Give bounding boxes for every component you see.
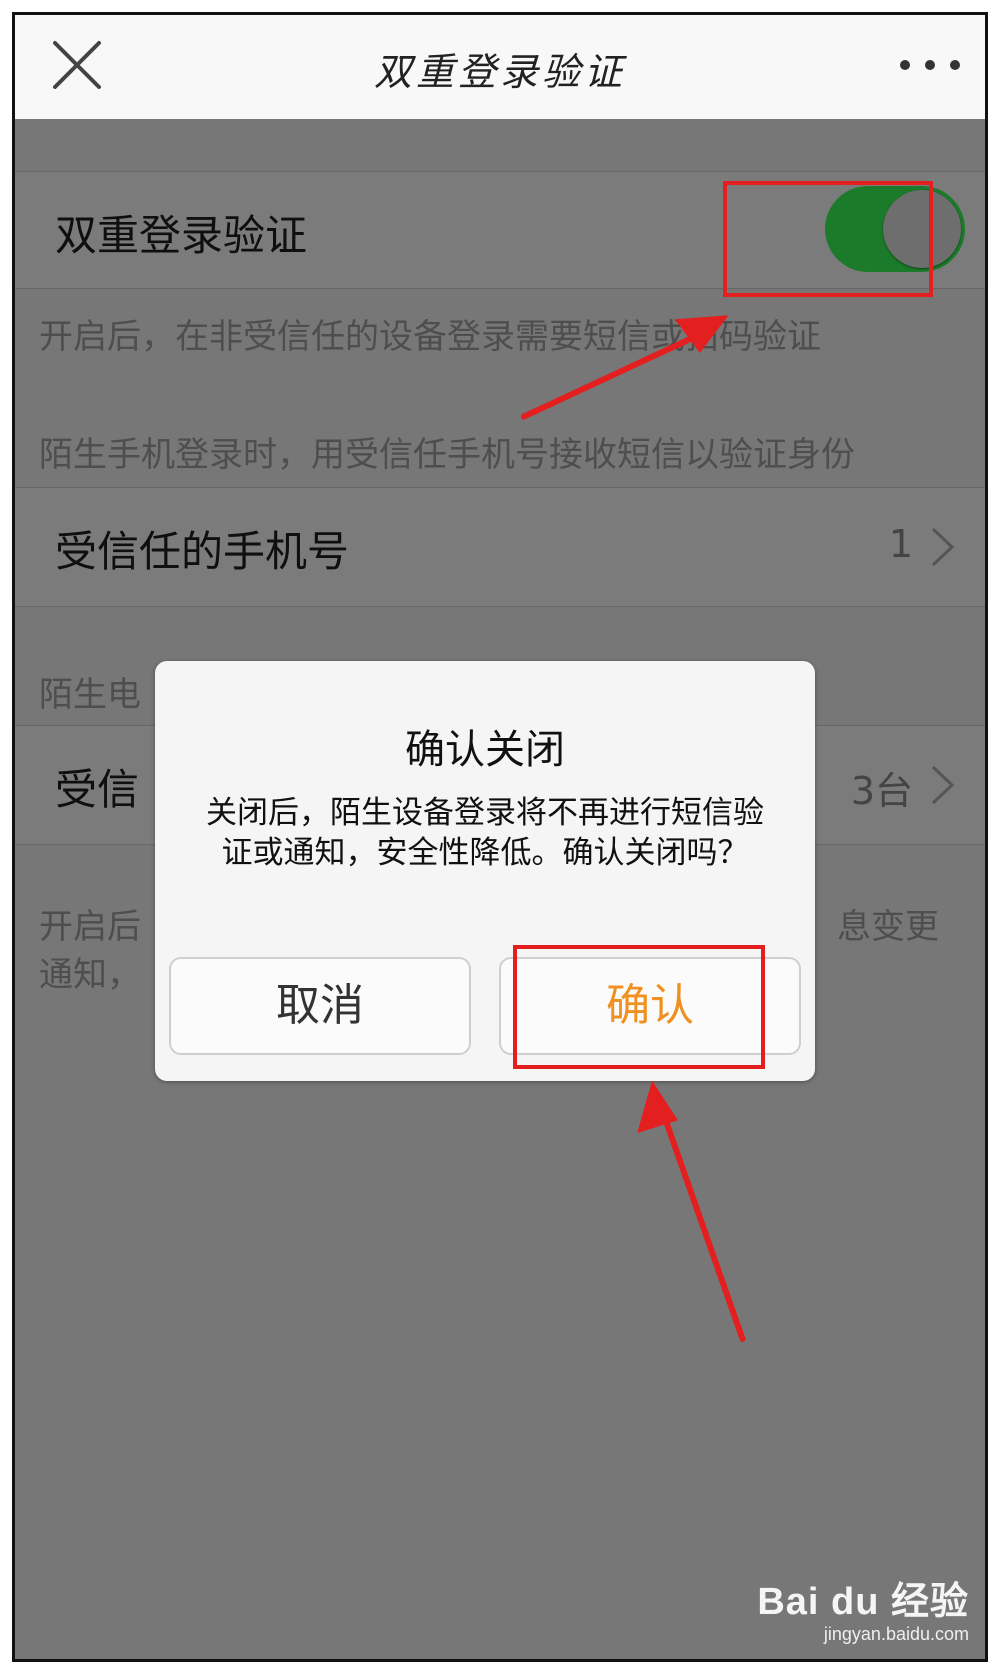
- trusted-device-count: 3台: [850, 769, 913, 813]
- bottom-description-line-2: 通知，: [39, 955, 141, 995]
- watermark-domain: jingyan.baidu.com: [823, 1624, 969, 1644]
- confirm-dialog: 确认关闭 关闭后，陌生设备登录将不再进行短信验证或通知，安全性降低。确认关闭吗？…: [155, 661, 815, 1081]
- trusted-phone-description: 陌生手机登录时，用受信任手机号接收短信以验证身份: [39, 435, 855, 475]
- watermark-brand: Bai du 经验: [757, 1581, 969, 1623]
- top-bar: 双重登录验证: [15, 15, 985, 120]
- bottom-description-right: 息变更: [837, 907, 939, 947]
- screenshot-frame: 双重登录验证 双重登录验证 开启后，在非受信任的设备登录需要短信或扫码验证 陌生…: [12, 12, 988, 1662]
- more-button[interactable]: [895, 43, 965, 87]
- trusted-device-label-partial: 受信: [55, 765, 140, 814]
- confirm-highlight-box: [513, 945, 765, 1069]
- toggle-highlight-box: [723, 181, 933, 297]
- two-step-description: 开启后，在非受信任的设备登录需要短信或扫码验证: [39, 317, 821, 357]
- page-title: 双重登录验证: [373, 50, 626, 94]
- bottom-description-left: 开启后: [39, 907, 141, 947]
- more-icon: [900, 60, 960, 70]
- two-step-label: 双重登录验证: [55, 211, 308, 260]
- baidu-jingyan-watermark: Bai du 经验 jingyan.baidu.com: [757, 1581, 969, 1645]
- trusted-device-description-partial: 陌生电: [39, 675, 141, 715]
- trusted-phone-row[interactable]: 受信任的手机号 1: [15, 487, 985, 607]
- cancel-button[interactable]: 取消: [169, 957, 471, 1055]
- trusted-phone-count: 1: [888, 522, 913, 566]
- dialog-title: 确认关闭: [405, 727, 565, 773]
- trusted-phone-label: 受信任的手机号: [55, 527, 350, 576]
- dialog-message: 关闭后，陌生设备登录将不再进行短信验证或通知，安全性降低。确认关闭吗？: [206, 795, 764, 871]
- chevron-right-icon: [931, 527, 955, 567]
- chevron-right-icon: [931, 765, 955, 805]
